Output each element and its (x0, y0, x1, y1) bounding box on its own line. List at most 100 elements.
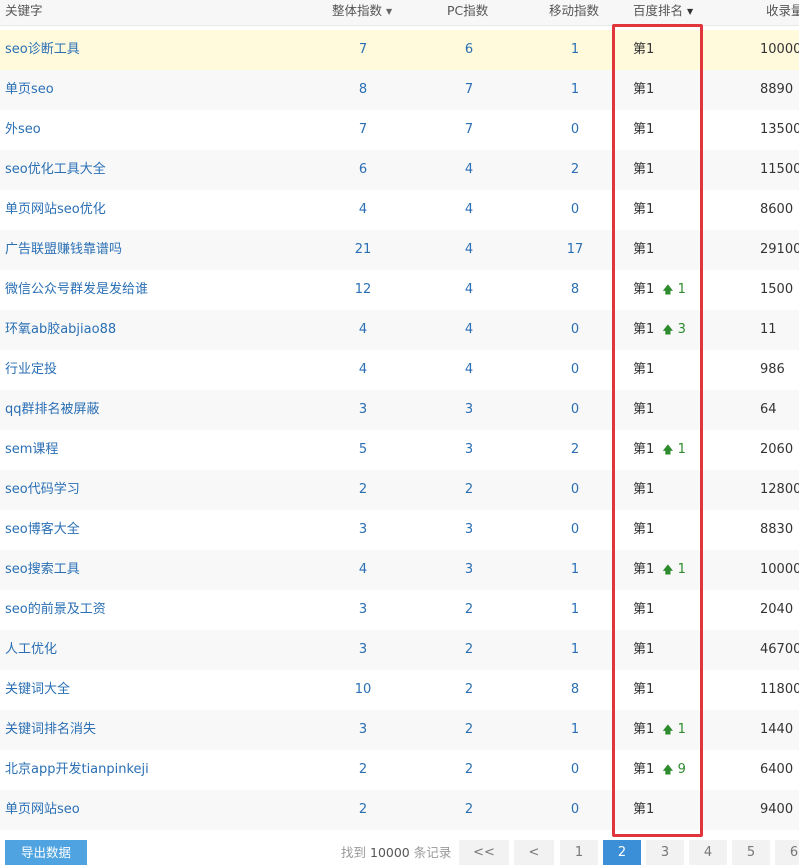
mobile-index-value: 0 (570, 802, 580, 817)
table-row: seo优化工具大全 6 4 2 第1 11500 (0, 150, 799, 190)
keyword-link[interactable]: 单页网站seo优化 (5, 190, 305, 230)
pc-index-value: 4 (464, 202, 474, 217)
keyword-link[interactable]: seo诊断工具 (5, 30, 305, 70)
baidu-rank-cell: 第1 (633, 630, 713, 670)
keyword-link[interactable]: 行业定投 (5, 350, 305, 390)
header-total-index[interactable]: 整体指数 ▼ (332, 0, 412, 25)
indexed-value: 11800 (760, 682, 799, 697)
keyword-link[interactable]: 环氧ab胶abjiao88 (5, 310, 305, 350)
baidu-rank-cell: 第1 (633, 670, 713, 710)
header-indexed: 收录量 (766, 3, 799, 18)
keyword-link[interactable]: 广告联盟赚钱靠谱吗 (5, 230, 305, 270)
baidu-rank-value: 第1 (633, 722, 655, 737)
rank-change-value: 9 (677, 762, 686, 777)
keyword-link[interactable]: 微信公众号群发是发给谁 (5, 270, 305, 310)
baidu-rank-cell: 第1 (633, 150, 713, 190)
keyword-link[interactable]: seo博客大全 (5, 510, 305, 550)
total-index-value: 2 (358, 762, 368, 777)
baidu-rank-value: 第1 (633, 802, 655, 817)
keyword-link[interactable]: seo优化工具大全 (5, 150, 305, 190)
record-count-prefix: 找到 (341, 845, 367, 860)
pc-index-value: 2 (464, 762, 474, 777)
indexed-value: 1440 (760, 722, 794, 737)
rank-change: 🡅 1 (662, 722, 686, 737)
page-button-3[interactable]: 3 (646, 840, 684, 865)
table-row: 单页seo 8 7 1 第1 8890 (0, 70, 799, 110)
indexed-value: 8890 (760, 82, 794, 97)
baidu-rank-cell: 第1 (633, 590, 713, 630)
baidu-rank-cell: 第1 (633, 470, 713, 510)
keyword-link[interactable]: 单页网站seo (5, 790, 305, 830)
keyword-link[interactable]: 关键词大全 (5, 670, 305, 710)
mobile-index-value: 0 (570, 762, 580, 777)
table-row: 关键词大全 10 2 8 第1 11800 (0, 670, 799, 710)
total-index-value: 3 (358, 642, 368, 657)
pc-index-value: 2 (464, 482, 474, 497)
record-count: 找到 10000 条记录 (341, 840, 451, 865)
indexed-value: 9400 (760, 802, 794, 817)
keyword-link[interactable]: 北京app开发tianpinkeji (5, 750, 305, 790)
page-button-5[interactable]: 5 (732, 840, 770, 865)
baidu-rank-value: 第1 (633, 402, 655, 417)
mobile-index-value: 8 (570, 282, 580, 297)
keyword-link[interactable]: 关键词排名消失 (5, 710, 305, 750)
keyword-link[interactable]: qq群排名被屏蔽 (5, 390, 305, 430)
pc-index-value: 4 (464, 322, 474, 337)
first-page-button[interactable]: << (459, 840, 509, 865)
page-button-1[interactable]: 1 (560, 840, 598, 865)
baidu-rank-cell: 第1 (633, 70, 713, 110)
mobile-index-value: 1 (570, 562, 580, 577)
table-footer: 导出数据 找到 10000 条记录 << <1 2 3 4 5 6 (0, 838, 799, 865)
indexed-value: 11 (760, 322, 777, 337)
keyword-link[interactable]: sem课程 (5, 430, 305, 470)
baidu-rank-value: 第1 (633, 322, 655, 337)
keyword-link[interactable]: seo搜索工具 (5, 550, 305, 590)
indexed-value: 11500 (760, 162, 799, 177)
export-data-button[interactable]: 导出数据 (5, 840, 87, 865)
record-count-value: 10000 (370, 845, 410, 860)
keyword-link[interactable]: 单页seo (5, 70, 305, 110)
baidu-rank-value: 第1 (633, 202, 655, 217)
page-button-6[interactable]: 6 (775, 840, 799, 865)
keyword-link[interactable]: 外seo (5, 110, 305, 150)
baidu-rank-value: 第1 (633, 242, 655, 257)
keyword-link[interactable]: seo的前景及工资 (5, 590, 305, 630)
pc-index-value: 2 (464, 722, 474, 737)
pc-index-value: 7 (464, 82, 474, 97)
baidu-rank-value: 第1 (633, 682, 655, 697)
header-total-index-label: 整体指数 (332, 3, 383, 18)
mobile-index-value: 2 (570, 162, 580, 177)
keyword-link[interactable]: 人工优化 (5, 630, 305, 670)
pc-index-value: 7 (464, 122, 474, 137)
table-row: qq群排名被屏蔽 3 3 0 第1 64 (0, 390, 799, 430)
indexed-value: 46700 (760, 642, 799, 657)
arrow-up-icon: 🡅 (662, 283, 674, 296)
pc-index-value: 4 (464, 362, 474, 377)
sort-caret-icon: ▼ (687, 6, 694, 16)
mobile-index-value: 0 (570, 402, 580, 417)
header-keyword: 关键字 (5, 3, 43, 18)
pc-index-value: 2 (464, 602, 474, 617)
keyword-link[interactable]: seo代码学习 (5, 470, 305, 510)
pc-index-value: 4 (464, 282, 474, 297)
mobile-index-value: 0 (570, 522, 580, 537)
indexed-value: 1500 (760, 282, 794, 297)
pc-index-value: 2 (464, 802, 474, 817)
pc-index-value: 3 (464, 402, 474, 417)
header-baidu-rank[interactable]: 百度排名 ▼ (633, 0, 713, 25)
page-button-2[interactable]: 2 (603, 840, 641, 865)
arrow-up-icon: 🡅 (662, 323, 674, 336)
table-row: 单页网站seo优化 4 4 0 第1 8600 (0, 190, 799, 230)
rank-change: 🡅 1 (662, 282, 686, 297)
rank-change-value: 1 (677, 282, 686, 297)
mobile-index-value: 0 (570, 202, 580, 217)
total-index-value: 4 (358, 202, 368, 217)
table-row: 广告联盟赚钱靠谱吗 21 4 17 第1 29100 (0, 230, 799, 270)
baidu-rank-value: 第1 (633, 362, 655, 377)
table-row: seo搜索工具 4 3 1 第1 🡅 1 10000 (0, 550, 799, 590)
mobile-index-value: 1 (570, 722, 580, 737)
page-button-4[interactable]: 4 (689, 840, 727, 865)
table-row: 行业定投 4 4 0 第1 986 (0, 350, 799, 390)
baidu-rank-cell: 第1 (633, 230, 713, 270)
prev-page-button[interactable]: < (514, 840, 554, 865)
